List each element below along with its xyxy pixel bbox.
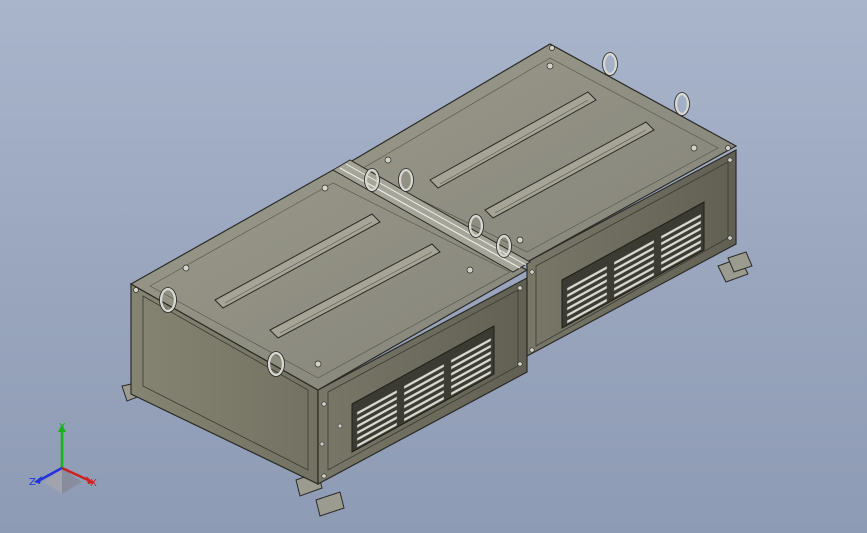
lifting-eye-7	[602, 52, 618, 76]
y-axis-label: Y	[58, 422, 66, 433]
axis-triad: Y X Z	[29, 422, 97, 494]
cad-model-view[interactable]: Y X Z	[0, 0, 867, 533]
x-axis-label: X	[90, 478, 97, 489]
lifting-eye-8	[674, 92, 690, 116]
z-axis-label: Z	[29, 477, 36, 488]
cad-viewport[interactable]: Y X Z	[0, 0, 867, 533]
foot-front-right	[315, 491, 345, 517]
